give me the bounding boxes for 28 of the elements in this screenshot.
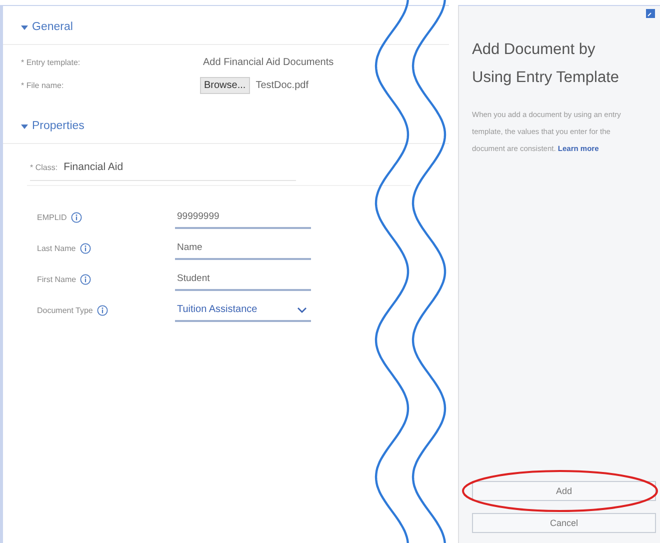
browse-button[interactable]: Browse... bbox=[200, 77, 250, 94]
add-button[interactable]: Add bbox=[472, 481, 656, 501]
field-label: * Entry template: bbox=[21, 58, 82, 67]
info-icon[interactable] bbox=[96, 305, 108, 316]
panel-title: Add Document by Using Entry Template bbox=[472, 40, 620, 88]
section-title[interactable]: General bbox=[32, 21, 73, 33]
collapse-icon[interactable] bbox=[21, 122, 28, 130]
field-label: * Class: bbox=[30, 162, 58, 172]
field-label: * File name: bbox=[21, 81, 65, 90]
field-label: First Name bbox=[37, 275, 76, 284]
cancel-button[interactable]: Cancel bbox=[472, 513, 656, 533]
dropdown[interactable]: Tuition Assistance bbox=[175, 299, 311, 322]
collapse-icon[interactable] bbox=[21, 24, 28, 30]
field-label: Document Type bbox=[37, 306, 93, 315]
field-label: EMPLID bbox=[37, 213, 67, 222]
input-field[interactable]: Student bbox=[175, 268, 311, 291]
panel-icon[interactable] bbox=[646, 9, 655, 18]
chevron-icon bbox=[297, 306, 307, 312]
input-field[interactable]: 99999999 bbox=[175, 206, 311, 229]
section-title[interactable]: Properties bbox=[32, 120, 84, 132]
class-value: Financial Aid bbox=[64, 161, 124, 173]
field-label: Last Name bbox=[37, 244, 76, 253]
file-name: TestDoc.pdf bbox=[256, 80, 308, 91]
template-name: Add Financial Aid Documents bbox=[203, 57, 334, 68]
info-icon[interactable] bbox=[70, 212, 82, 223]
input-field[interactable]: Name bbox=[175, 237, 311, 260]
info-icon[interactable] bbox=[80, 243, 91, 254]
info-icon[interactable] bbox=[80, 274, 92, 285]
